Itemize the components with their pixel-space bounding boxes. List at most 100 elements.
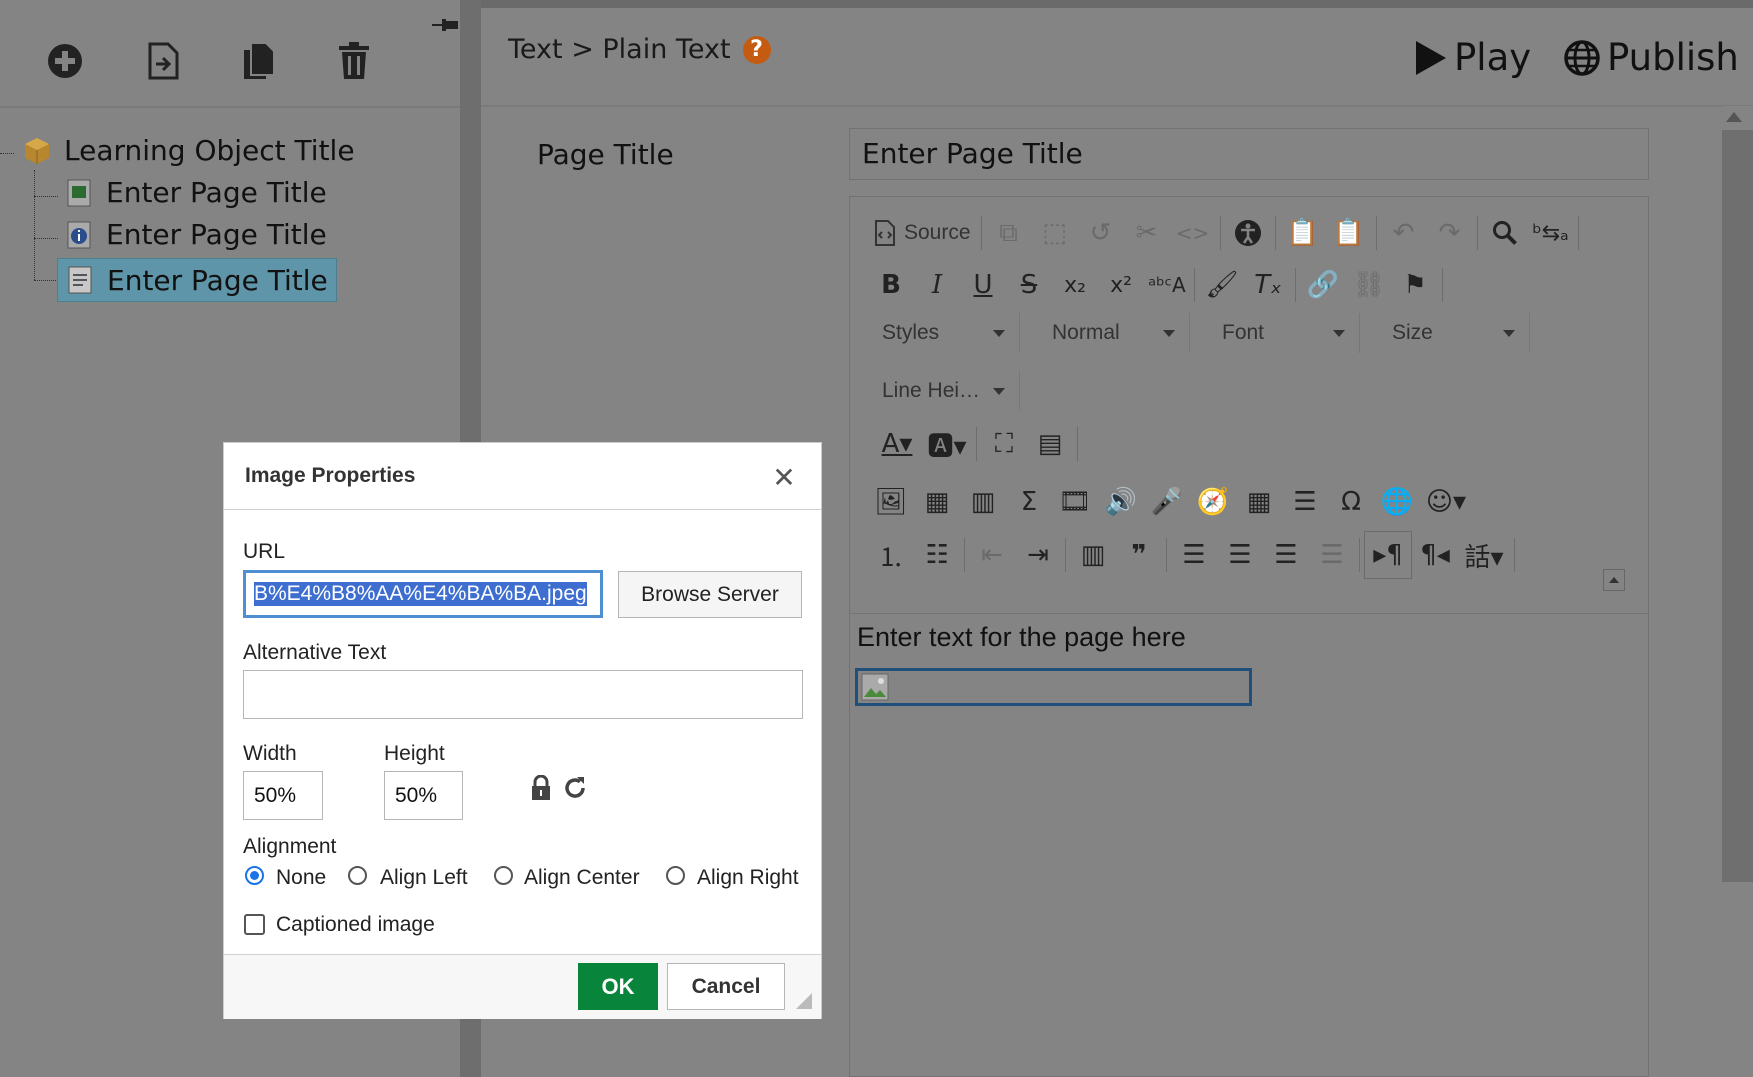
delete-icon[interactable] bbox=[331, 38, 377, 84]
url-input[interactable]: B%E4%B8%AA%E4%BA%BA.jpeg bbox=[243, 570, 603, 618]
microphone-icon[interactable]: 🎤 bbox=[1144, 479, 1190, 525]
add-icon[interactable] bbox=[42, 38, 88, 84]
page-title-input[interactable]: Enter Page Title bbox=[849, 128, 1649, 180]
columns-icon[interactable]: ▥ bbox=[1070, 532, 1116, 578]
tree-item-page-2[interactable]: Enter Page Title bbox=[64, 218, 327, 251]
blockquote-icon[interactable]: ❞ bbox=[1116, 532, 1162, 578]
close-icon[interactable]: ✕ bbox=[770, 464, 798, 492]
play-button[interactable]: Play bbox=[1414, 36, 1531, 79]
image-icon[interactable]: 🖼 bbox=[868, 479, 914, 525]
strikethrough-icon[interactable]: S bbox=[1006, 262, 1052, 308]
height-input[interactable]: 50% bbox=[384, 771, 463, 820]
maximize-icon[interactable]: ⛶ bbox=[981, 421, 1027, 467]
select-all-icon[interactable]: ⬚ bbox=[1032, 210, 1078, 256]
subscript-icon[interactable]: x₂ bbox=[1052, 262, 1098, 308]
align-right-radio[interactable] bbox=[666, 866, 685, 885]
browse-server-button[interactable]: Browse Server bbox=[618, 571, 802, 618]
unlink-icon[interactable]: ⛓ bbox=[1346, 262, 1392, 308]
align-center-icon[interactable]: ☰ bbox=[1217, 532, 1263, 578]
video-icon[interactable]: 🎞 bbox=[1052, 479, 1098, 525]
italic-icon[interactable]: I bbox=[914, 262, 960, 308]
editor-content-text[interactable]: Enter text for the page here bbox=[857, 622, 1186, 653]
scrollbar-thumb[interactable] bbox=[1722, 130, 1753, 882]
link-icon[interactable]: 🔗 bbox=[1300, 262, 1346, 308]
duplicate-icon[interactable] bbox=[236, 38, 282, 84]
anchor-icon[interactable]: ⚑ bbox=[1392, 262, 1438, 308]
remove-format-icon[interactable]: ✂ bbox=[1124, 210, 1170, 256]
tree-connector bbox=[34, 238, 58, 239]
align-right-label: Align Right bbox=[697, 866, 799, 889]
import-page-icon[interactable] bbox=[140, 38, 186, 84]
paste-text-icon[interactable]: 📋 bbox=[1280, 210, 1326, 256]
audio-icon[interactable]: 🔊 bbox=[1098, 479, 1144, 525]
styles-dropdown[interactable]: Styles bbox=[850, 313, 1020, 353]
bold-icon[interactable]: B bbox=[868, 262, 914, 308]
replace-icon[interactable]: ᵇ⇆ₐ bbox=[1528, 210, 1574, 256]
width-input[interactable]: 50% bbox=[243, 771, 323, 820]
background-color-icon[interactable]: 🅰▾ bbox=[922, 421, 972, 467]
tree-item-label: Enter Page Title bbox=[106, 218, 327, 251]
line-height-dropdown[interactable]: Line Hei… bbox=[850, 371, 1020, 411]
pin-icon[interactable] bbox=[432, 16, 458, 34]
numbered-list-icon[interactable]: ⒈ bbox=[868, 532, 914, 578]
align-none-radio[interactable] bbox=[245, 866, 264, 885]
find-icon[interactable] bbox=[1482, 210, 1528, 256]
source-button[interactable]: Source bbox=[868, 210, 977, 256]
indent-icon[interactable]: ⇥ bbox=[1015, 532, 1061, 578]
captioned-image-checkbox[interactable] bbox=[244, 914, 265, 935]
compass-icon[interactable]: 🧭 bbox=[1190, 479, 1236, 525]
cancel-button[interactable]: Cancel bbox=[667, 963, 785, 1010]
collapse-toolbar-button[interactable] bbox=[1603, 569, 1625, 591]
align-left-icon[interactable]: ☰ bbox=[1171, 532, 1217, 578]
alt-text-input[interactable] bbox=[243, 670, 803, 719]
tree-item-page-1[interactable]: Enter Page Title bbox=[64, 176, 327, 209]
clear-format-icon[interactable]: Tₓ bbox=[1245, 262, 1291, 308]
iframe-icon[interactable]: ▥ bbox=[960, 479, 1006, 525]
paste-word-icon[interactable]: 📋 bbox=[1326, 210, 1372, 256]
globe-link-icon[interactable]: 🌐 bbox=[1374, 479, 1420, 525]
align-center-radio[interactable] bbox=[494, 866, 513, 885]
special-char-icon[interactable]: Ω bbox=[1328, 479, 1374, 525]
ltr-icon[interactable]: ▸¶ bbox=[1364, 531, 1412, 579]
emoji-icon[interactable]: ☺▾ bbox=[1420, 479, 1472, 525]
ok-button[interactable]: OK bbox=[578, 963, 658, 1010]
bulleted-list-icon[interactable]: ☷ bbox=[914, 532, 960, 578]
redo-icon[interactable]: ↷ bbox=[1427, 210, 1473, 256]
reset-size-icon[interactable] bbox=[562, 774, 588, 802]
publish-button[interactable]: Publish bbox=[1563, 36, 1739, 79]
tree-item-root[interactable]: Learning Object Title bbox=[22, 134, 355, 167]
sigma-icon[interactable]: Σ bbox=[1006, 479, 1052, 525]
show-blocks-icon[interactable]: ▤ bbox=[1027, 421, 1073, 467]
align-right-icon[interactable]: ☰ bbox=[1263, 532, 1309, 578]
outdent-icon[interactable]: ⇤ bbox=[969, 532, 1015, 578]
font-dropdown[interactable]: Font bbox=[1190, 313, 1360, 353]
justify-icon[interactable]: ☰ bbox=[1309, 532, 1355, 578]
format-painter-icon[interactable]: 🖌 bbox=[1199, 262, 1245, 308]
undo-icon[interactable]: ↶ bbox=[1381, 210, 1427, 256]
size-dropdown[interactable]: Size bbox=[1360, 313, 1530, 353]
format-dropdown[interactable]: Normal bbox=[1020, 313, 1190, 353]
spellcheck-icon[interactable]: ᵃᵇᶜA bbox=[1144, 262, 1190, 308]
table-icon[interactable]: ▦ bbox=[1236, 479, 1282, 525]
resize-grip-icon[interactable] bbox=[796, 993, 812, 1009]
align-left-radio[interactable] bbox=[348, 866, 367, 885]
superscript-icon[interactable]: x² bbox=[1098, 262, 1144, 308]
help-icon[interactable]: ? bbox=[742, 35, 771, 64]
toolbar-separator bbox=[1514, 538, 1515, 572]
code-icon[interactable]: <> bbox=[1170, 210, 1216, 256]
accessibility-icon[interactable] bbox=[1225, 210, 1271, 256]
size-dropdown-label: Size bbox=[1392, 321, 1433, 344]
horizontal-rule-icon[interactable]: ☰ bbox=[1282, 479, 1328, 525]
flash-icon[interactable]: ▦ bbox=[914, 479, 960, 525]
undo-format-icon[interactable]: ↺ bbox=[1078, 210, 1124, 256]
underline-icon[interactable]: U bbox=[960, 262, 1006, 308]
rtl-icon[interactable]: ¶◂ bbox=[1412, 532, 1458, 578]
play-icon bbox=[1416, 40, 1446, 75]
text-color-icon[interactable]: A▾ bbox=[872, 421, 922, 467]
language-icon[interactable]: 話▾ bbox=[1458, 532, 1510, 578]
tree-item-page-3-selected[interactable]: Enter Page Title bbox=[57, 258, 337, 302]
scroll-up-arrow-icon[interactable] bbox=[1726, 112, 1742, 122]
show-blocks-icon[interactable]: ⧉ bbox=[986, 210, 1032, 256]
broken-image-placeholder[interactable] bbox=[855, 668, 1252, 706]
lock-ratio-icon[interactable] bbox=[529, 774, 553, 801]
